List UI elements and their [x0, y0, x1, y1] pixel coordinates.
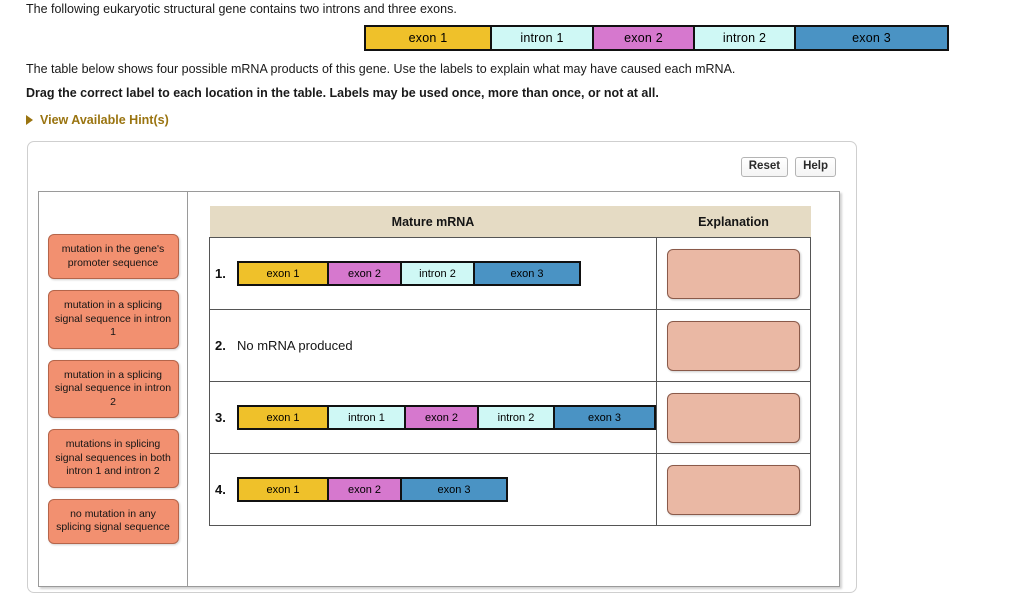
explanation-cell-2 [656, 309, 811, 382]
gene-segment-exon-2: exon 2 [329, 263, 402, 284]
draggable-label-1[interactable]: mutation in the gene's promoter sequence [47, 234, 179, 279]
row-number: 2. [215, 338, 226, 353]
table-column: Mature mRNA Explanation 1. exon 1 exon 2 in… [188, 192, 839, 586]
drop-zone-1[interactable] [667, 248, 800, 299]
gene-segment-intron-2: intron 2 [695, 27, 796, 49]
explanation-cell-1 [656, 237, 811, 310]
reset-button[interactable]: Reset [740, 157, 789, 177]
gene-segment-exon-1: exon 1 [366, 27, 492, 49]
answer-panel: Reset Help mutation in the gene's promot… [27, 141, 857, 593]
mrna-strip-1: exon 1 exon 2 intron 2 exon 3 [237, 261, 581, 286]
gene-segment-exon-2: exon 2 [594, 27, 695, 49]
gene-segment-exon-3: exon 3 [402, 479, 506, 500]
gene-structure-diagram: exon 1 intron 1 exon 2 intron 2 exon 3 [364, 25, 949, 51]
instruction-text: Drag the correct label to each location … [26, 86, 659, 100]
explanation-cell-3 [656, 381, 811, 454]
table-row: 1. exon 1 exon 2 intron 2 exon 3 [209, 237, 811, 310]
table-row: 4. exon 1 exon 2 exon 3 [209, 453, 811, 526]
draggable-label-2[interactable]: mutation in a splicing signal sequence i… [47, 290, 179, 349]
drop-zone-2[interactable] [667, 320, 800, 371]
no-mrna-text: No mRNA produced [237, 338, 353, 353]
intro-text-line-1: The following eukaryotic structural gene… [26, 2, 457, 16]
gene-segment-exon-3: exon 3 [555, 407, 654, 428]
mature-mrna-cell-3: 3. exon 1 intron 1 exon 2 intron 2 exon 3 [209, 381, 657, 454]
row-number: 1. [215, 266, 226, 281]
draggable-label-5[interactable]: no mutation in any splicing signal seque… [47, 498, 179, 544]
mrna-table: Mature mRNA Explanation 1. exon 1 exon 2 in… [209, 206, 811, 526]
gene-segment-exon-1: exon 1 [239, 263, 329, 284]
view-hints-toggle[interactable]: View Available Hint(s) [26, 113, 169, 127]
gene-segment-exon-1: exon 1 [239, 479, 329, 500]
gene-segment-intron-1: intron 1 [329, 407, 406, 428]
gene-segment-intron-1: intron 1 [492, 27, 594, 49]
draggable-label-4[interactable]: mutations in splicing signal sequences i… [47, 429, 179, 488]
mature-mrna-cell-1: 1. exon 1 exon 2 intron 2 exon 3 [209, 237, 657, 310]
gene-segment-intron-2: intron 2 [479, 407, 555, 428]
table-header-row: Mature mRNA Explanation [209, 206, 811, 238]
mature-mrna-cell-2: 2. No mRNA produced [209, 309, 657, 382]
mrna-strip-3: exon 1 intron 1 exon 2 intron 2 exon 3 [237, 405, 656, 430]
gene-segment-exon-2: exon 2 [406, 407, 479, 428]
explanation-cell-4 [656, 453, 811, 526]
gene-segment-exon-1: exon 1 [239, 407, 329, 428]
column-header-explanation: Explanation [656, 206, 811, 238]
row-number: 3. [215, 410, 226, 425]
column-header-mature-mrna: Mature mRNA [209, 206, 657, 238]
gene-segment-exon-3: exon 3 [475, 263, 579, 284]
table-row: 3. exon 1 intron 1 exon 2 intron 2 exon 3 [209, 381, 811, 454]
gene-segment-exon-3: exon 3 [796, 27, 947, 49]
drag-drop-work-area: mutation in the gene's promoter sequence… [38, 191, 840, 587]
gene-segment-intron-2: intron 2 [402, 263, 475, 284]
triangle-right-icon [26, 115, 33, 125]
intro-text-line-2: The table below shows four possible mRNA… [26, 62, 736, 76]
tool-buttons: Reset Help [740, 157, 836, 177]
row-number: 4. [215, 482, 226, 497]
gene-segment-exon-2: exon 2 [329, 479, 402, 500]
mrna-strip-4: exon 1 exon 2 exon 3 [237, 477, 508, 502]
mature-mrna-cell-4: 4. exon 1 exon 2 exon 3 [209, 453, 657, 526]
draggable-label-3[interactable]: mutation in a splicing signal sequence i… [47, 359, 179, 418]
label-bank: mutation in the gene's promoter sequence… [39, 192, 188, 586]
view-hints-label: View Available Hint(s) [40, 113, 169, 127]
help-button[interactable]: Help [795, 157, 836, 177]
drop-zone-4[interactable] [667, 464, 800, 515]
drop-zone-3[interactable] [667, 392, 800, 443]
table-row: 2. No mRNA produced [209, 309, 811, 382]
